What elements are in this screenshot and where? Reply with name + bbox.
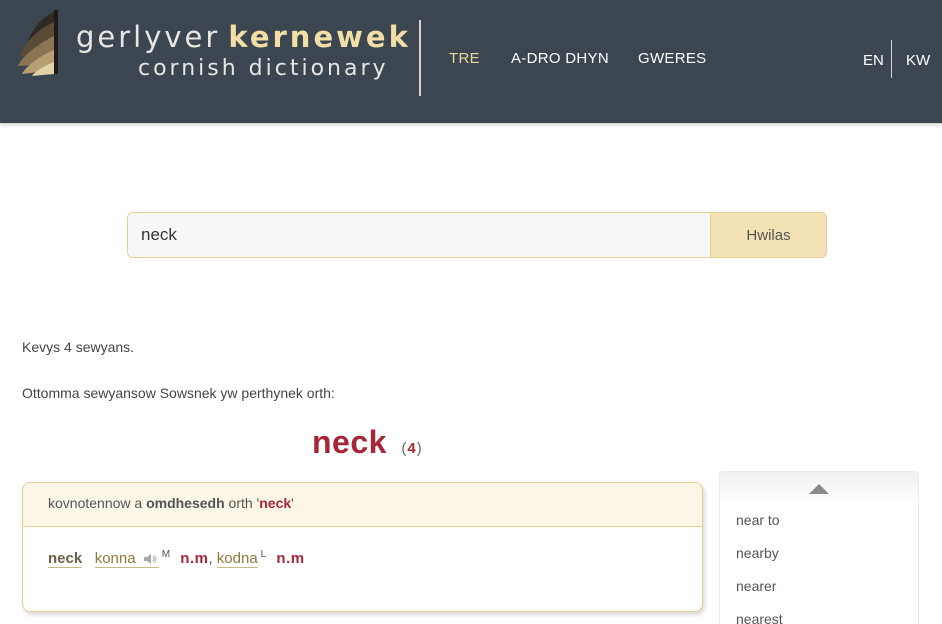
lang-kw-link[interactable]: KW [906, 52, 930, 69]
logo-title: gerlyver kernewek [76, 20, 411, 54]
dialect-marker: L [260, 549, 267, 560]
triangle-up-icon [809, 484, 829, 494]
translation-link-konna[interactable]: konna [94, 550, 159, 568]
scroll-up-button[interactable] [720, 472, 918, 504]
card-head-term: neck [259, 495, 292, 511]
nav-item-a-dro-dhyn[interactable]: A-DRO DHYN [511, 50, 609, 67]
lang-divider [891, 40, 892, 78]
nearby-word-item[interactable]: nearby [736, 543, 783, 576]
translation-separator: , [208, 550, 213, 567]
site-logo[interactable]: gerlyver kernewek cornish dictionary [76, 20, 411, 84]
result-card-header: kovnotennow a omdhesedh orth 'neck' [23, 483, 702, 527]
header-divider [419, 20, 421, 96]
headword-count: (4) [401, 440, 422, 457]
translation-link-kodna[interactable]: kodna [216, 550, 258, 568]
part-of-speech: n.m [276, 550, 305, 567]
nearby-word-item[interactable]: near to [736, 510, 783, 543]
fan-logo-icon[interactable] [14, 8, 60, 78]
result-card-body: neck konna M n.m, kodna L n.m [23, 527, 702, 568]
card-head-bold: omdhesedh [146, 495, 225, 511]
headword-count-close: ) [416, 440, 423, 457]
search-input[interactable] [128, 213, 710, 257]
search-button[interactable]: Hwilas [710, 213, 826, 257]
logo-title-strong: kernewek [228, 20, 411, 54]
logo-title-light: gerlyver [76, 20, 221, 54]
search-bar: Hwilas [127, 212, 827, 258]
logo-subtitle: cornish dictionary [138, 56, 389, 81]
card-head-prefix: kovnotennow a [48, 495, 143, 511]
nav-item-gweres[interactable]: GWERES [638, 50, 706, 67]
headword: neck (4) [312, 424, 423, 461]
card-head-suffix: ' [291, 495, 294, 511]
lang-en-link[interactable]: EN [863, 52, 884, 69]
result-card: kovnotennow a omdhesedh orth 'neck' neck… [22, 482, 703, 612]
translation-text: konna [94, 550, 136, 567]
card-head-mid: orth ' [228, 495, 260, 511]
dialect-marker: M [161, 549, 171, 560]
nearby-word-item[interactable]: nearer [736, 576, 783, 609]
nearby-word-item[interactable]: nearest [736, 609, 783, 624]
speaker-icon[interactable] [143, 553, 157, 565]
entry-word-link[interactable]: neck [48, 550, 83, 568]
nearby-words-panel: near to nearby nearer nearest [719, 471, 919, 624]
headword-text: neck [312, 424, 387, 460]
headword-count-number: 4 [407, 440, 417, 457]
result-count: Kevys 4 sewyans. [22, 339, 135, 355]
part-of-speech: n.m [180, 550, 209, 567]
results-intro: Ottomma sewyansow Sowsnek yw perthynek o… [22, 385, 335, 401]
site-header: gerlyver kernewek cornish dictionary TRE … [0, 0, 942, 124]
nearby-words-list: near to nearby nearer nearest [736, 510, 783, 624]
nav-item-tre[interactable]: TRE [449, 50, 480, 67]
